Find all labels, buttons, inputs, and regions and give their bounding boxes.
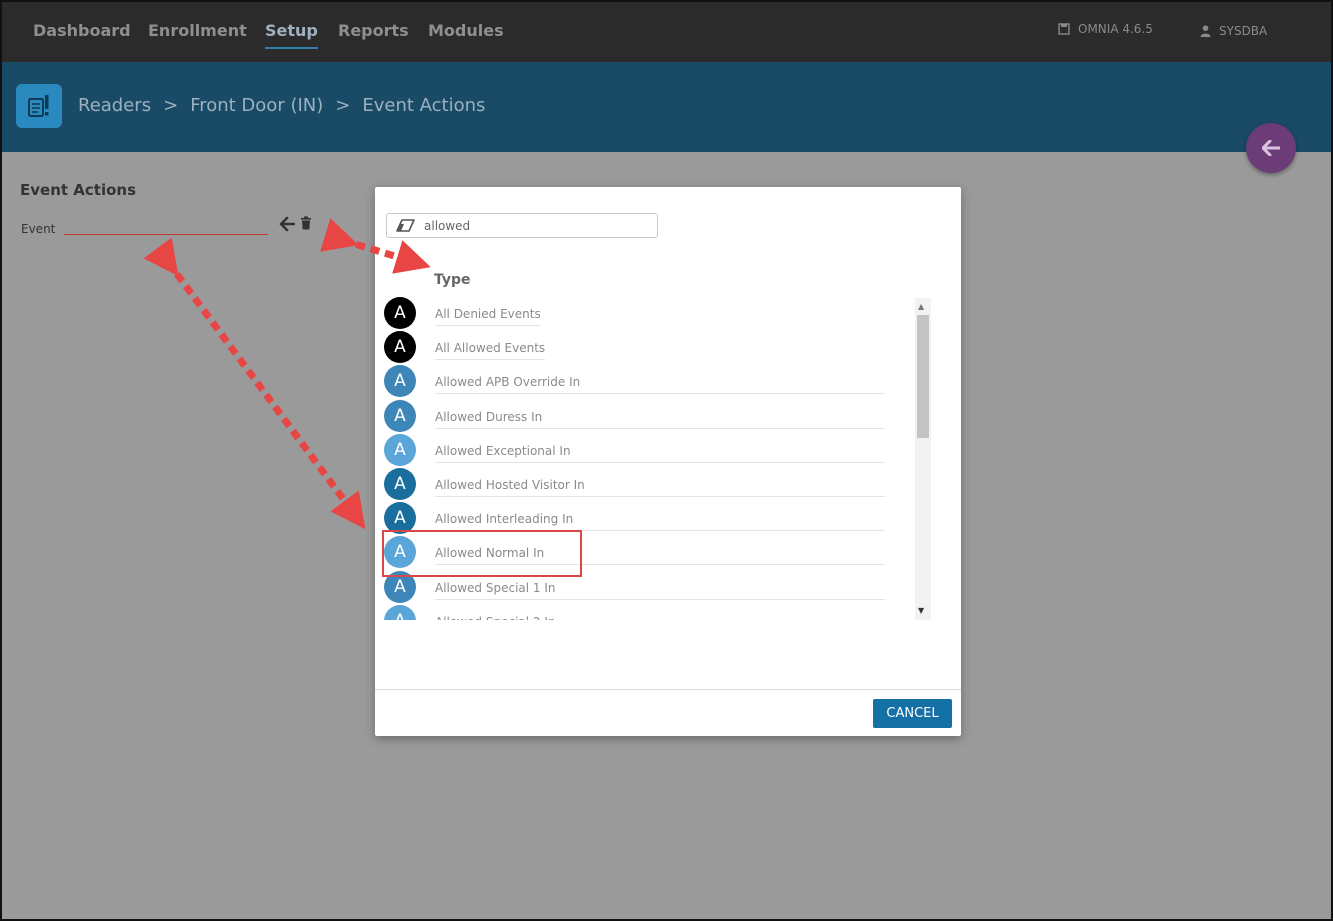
dialog-footer-divider [375,689,961,690]
event-type-label: Allowed Duress In [435,410,885,429]
eraser-icon[interactable] [396,218,416,233]
event-type-label: Allowed Special 1 In [435,581,885,600]
annotation-arrow [143,237,366,530]
annotation-highlight-box [382,530,582,577]
event-type-label: Allowed Special 2 In [435,615,885,620]
type-avatar: A [384,365,416,398]
breadcrumb-event-actions: Event Actions [362,95,486,116]
breadcrumb-readers[interactable]: Readers [78,95,151,116]
breadcrumb: Readers > Front Door (IN) > Event Action… [78,95,485,116]
event-document-icon [16,84,62,128]
save-icon [1058,23,1070,35]
scroll-up-arrow-icon[interactable]: ▲ [918,302,924,311]
search-input[interactable] [424,218,654,233]
nav-setup[interactable]: Setup [265,21,318,49]
breadcrumb-separator: > [335,95,351,116]
breadcrumb-front-door[interactable]: Front Door (IN) [190,95,323,116]
type-avatar: A [384,399,416,432]
event-type-label: Allowed Exceptional In [435,444,885,463]
event-field[interactable] [64,234,268,235]
event-type-label: All Denied Events [435,307,541,326]
cancel-button[interactable]: CANCEL [873,699,952,728]
scroll-down-arrow-icon[interactable]: ▼ [918,606,924,615]
version-text: OMNIA 4.6.5 [1078,22,1153,36]
event-type-row[interactable]: A Allowed Exceptional In [384,433,887,468]
nav-enrollment[interactable]: Enrollment [148,21,247,40]
scrollbar-thumb[interactable] [917,315,929,438]
type-avatar: A [384,297,416,329]
version-indicator: OMNIA 4.6.5 [1058,22,1153,36]
event-type-label: Allowed Interleading In [435,512,885,532]
event-type-label: Allowed Hosted Visitor In [435,478,885,497]
event-type-row[interactable]: A All Denied Events [384,297,887,331]
user-menu[interactable]: SYSDBA [1200,24,1267,38]
event-type-row[interactable]: A Allowed Duress In [384,399,887,434]
type-column-header: Type [434,272,471,288]
breadcrumb-separator: > [163,95,179,116]
search-box[interactable] [386,213,658,238]
event-type-row[interactable]: A Allowed APB Override In [384,365,887,399]
event-type-row[interactable]: A All Allowed Events [384,331,887,365]
trash-icon[interactable] [300,216,312,230]
app-window: Dashboard Enrollment Setup Reports Modul… [0,0,1333,921]
page-title: Event Actions [20,181,136,199]
arrow-left-icon [1262,140,1280,156]
top-nav: Dashboard Enrollment Setup Reports Modul… [2,2,1331,62]
event-type-row[interactable]: A Allowed Hosted Visitor In [384,468,887,502]
event-label: Event [21,222,56,236]
event-type-label: Allowed APB Override In [435,375,885,395]
nav-modules[interactable]: Modules [428,21,504,40]
type-avatar: A [384,331,416,364]
nav-reports[interactable]: Reports [338,21,409,40]
event-type-row[interactable]: A Allowed Special 2 In [384,604,887,620]
nav-dashboard[interactable]: Dashboard [33,21,131,40]
event-type-dialog: Type A All Denied Events A All Allowed Even… [375,187,961,736]
event-type-label: All Allowed Events [435,341,546,361]
type-avatar: A [384,433,416,466]
user-name: SYSDBA [1219,24,1268,38]
page-header: Readers > Front Door (IN) > Event Action… [2,62,1331,152]
type-avatar: A [384,604,416,620]
back-fab-button[interactable] [1246,123,1296,173]
type-avatar: A [384,468,416,500]
user-icon [1200,25,1211,37]
arrow-left-icon[interactable] [279,216,295,232]
